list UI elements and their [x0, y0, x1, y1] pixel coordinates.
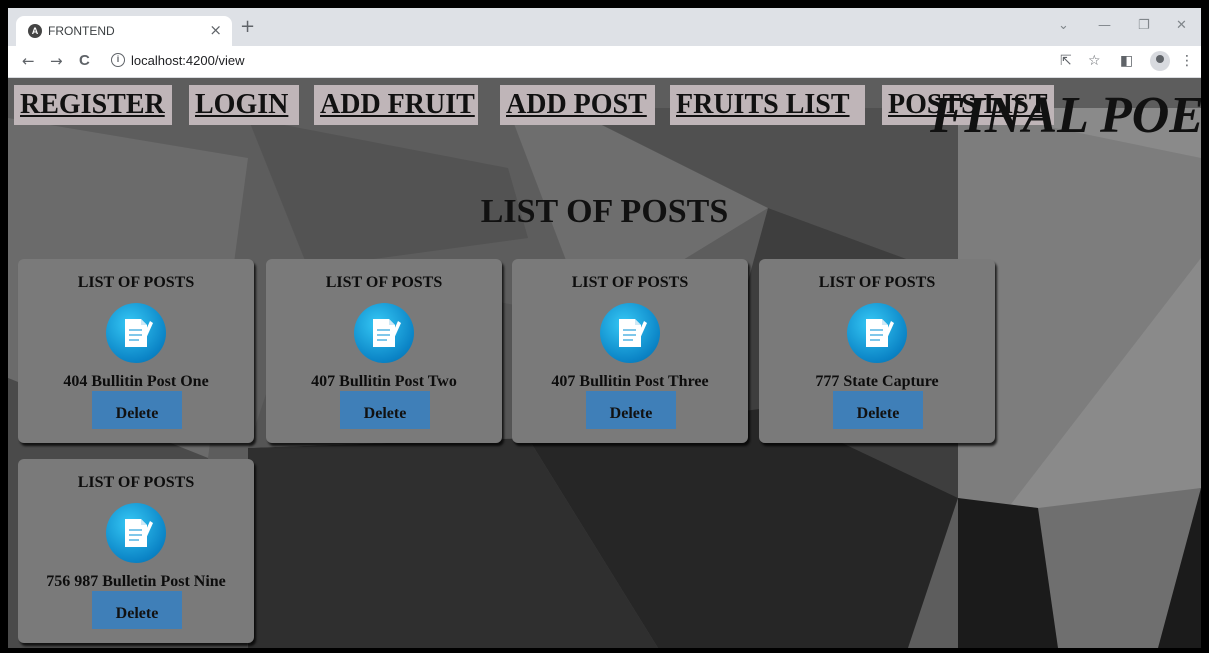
page-heading: LIST OF POSTS	[480, 193, 729, 230]
share-icon[interactable]: ⇱	[1060, 52, 1072, 70]
menu-icon[interactable]: ⋮	[1180, 52, 1194, 70]
address-bar[interactable]: localhost:4200/view	[131, 53, 244, 68]
tab-title: FRONTEND	[48, 24, 115, 38]
delete-button[interactable]: Delete	[340, 391, 430, 429]
side-panel-icon[interactable]: ◧	[1120, 52, 1133, 70]
delete-button[interactable]: Delete	[833, 391, 923, 429]
forward-icon[interactable]: →	[50, 52, 63, 70]
nav-register-link[interactable]: REGISTER	[14, 85, 172, 125]
bookmark-star-icon[interactable]: ☆	[1088, 52, 1101, 70]
new-tab-icon[interactable]: +	[240, 18, 255, 36]
profile-avatar-icon[interactable]	[1150, 51, 1170, 71]
post-name: 777 State Capture	[815, 373, 939, 390]
back-icon[interactable]: ←	[22, 52, 35, 70]
post-card: LIST OF POSTS 756 987 Bulletin Post Nine…	[18, 459, 254, 643]
nav-login-link[interactable]: LOGIN	[189, 85, 299, 125]
nav-fruits-list-link[interactable]: FRUITS LIST	[670, 85, 865, 125]
document-edit-icon	[847, 303, 907, 363]
restore-icon[interactable]: ❐	[1138, 18, 1150, 33]
document-edit-icon	[106, 503, 166, 563]
post-name: 404 Bullitin Post One	[63, 373, 209, 390]
document-edit-icon	[354, 303, 414, 363]
card-title: LIST OF POSTS	[77, 274, 195, 291]
tab-close-icon[interactable]: ×	[209, 21, 222, 39]
post-card: LIST OF POSTS 407 Bullitin Post Three De…	[512, 259, 748, 443]
nav-add-post-link[interactable]: ADD POST	[500, 85, 655, 125]
post-card: LIST OF POSTS 777 State Capture Delete	[759, 259, 995, 443]
document-edit-icon	[600, 303, 660, 363]
browser-toolbar: ← → C i localhost:4200/view ⇱ ☆ ◧ ⋮	[8, 46, 1201, 78]
site-info-icon[interactable]: i	[111, 53, 125, 67]
nav-add-fruit-link[interactable]: ADD FRUIT	[314, 85, 478, 125]
post-name: 756 987 Bulletin Post Nine	[46, 573, 226, 590]
page-content: REGISTER LOGIN ADD FRUIT ADD POST FRUITS…	[8, 78, 1201, 648]
card-title: LIST OF POSTS	[77, 474, 195, 491]
angular-favicon-icon: A	[28, 24, 42, 38]
document-edit-icon	[106, 303, 166, 363]
post-card: LIST OF POSTS 404 Bullitin Post One Dele…	[18, 259, 254, 443]
brand-title: FINAL POE	[930, 87, 1201, 144]
card-title: LIST OF POSTS	[325, 274, 443, 291]
tab-strip: A FRONTEND × + ⌄ — ❐ ✕	[8, 8, 1201, 46]
post-name: 407 Bullitin Post Three	[551, 373, 709, 390]
card-title: LIST OF POSTS	[818, 274, 936, 291]
minimize-icon[interactable]: —	[1098, 18, 1111, 33]
browser-tab[interactable]: A FRONTEND ×	[16, 16, 232, 46]
reload-icon[interactable]: C	[79, 52, 90, 70]
delete-button[interactable]: Delete	[586, 391, 676, 429]
delete-button[interactable]: Delete	[92, 591, 182, 629]
close-window-icon[interactable]: ✕	[1176, 18, 1187, 33]
post-card: LIST OF POSTS 407 Bullitin Post Two Dele…	[266, 259, 502, 443]
post-name: 407 Bullitin Post Two	[311, 373, 457, 390]
tab-search-icon[interactable]: ⌄	[1058, 18, 1069, 33]
delete-button[interactable]: Delete	[92, 391, 182, 429]
browser-window: A FRONTEND × + ⌄ — ❐ ✕ ← → C i localhost…	[8, 8, 1201, 648]
card-title: LIST OF POSTS	[571, 274, 689, 291]
